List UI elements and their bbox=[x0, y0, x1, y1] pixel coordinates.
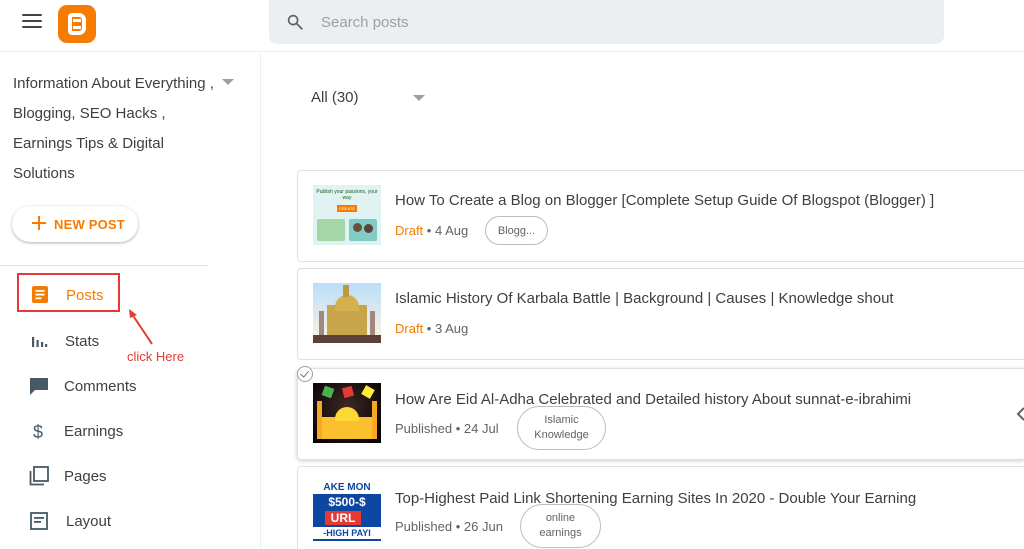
post-date: 24 Jul bbox=[463, 421, 499, 436]
status-badge: Draft bbox=[395, 321, 424, 336]
blogger-logo[interactable] bbox=[58, 5, 96, 43]
chevron-down-icon[interactable] bbox=[222, 79, 234, 85]
status-badge: Published bbox=[395, 421, 453, 436]
post-meta: Draft • 4 Aug bbox=[395, 223, 469, 238]
hamburger-menu-icon[interactable] bbox=[22, 14, 42, 32]
post-date: 26 Jun bbox=[463, 519, 503, 534]
post-date: 3 Aug bbox=[434, 321, 469, 336]
sidebar-item-label: Layout bbox=[66, 513, 112, 530]
post-filter-select[interactable]: All (30) bbox=[311, 89, 359, 106]
post-thumbnail: AKE MON $500-$ URL -HIGH PAYI bbox=[313, 481, 381, 541]
sidebar-item-comments[interactable]: Comments bbox=[0, 366, 250, 406]
search-icon bbox=[287, 14, 303, 30]
search-bar[interactable] bbox=[269, 0, 944, 44]
post-title[interactable]: Top-Highest Paid Link Shortening Earning… bbox=[395, 490, 916, 507]
post-meta: Draft • 3 Aug bbox=[395, 321, 469, 336]
new-post-button[interactable]: NEW POST bbox=[12, 206, 138, 242]
thumbnail-text: CREATE bbox=[337, 205, 357, 212]
label-chip-text: online bbox=[545, 512, 576, 524]
select-checkbox[interactable] bbox=[297, 366, 313, 382]
svg-text:$: $ bbox=[33, 422, 43, 441]
plus-icon bbox=[32, 216, 46, 230]
thumbnail-text: $500-$ bbox=[328, 495, 366, 509]
sidebar-item-earnings[interactable]: $ Earnings bbox=[0, 411, 250, 451]
sidebar-item-label: Stats bbox=[65, 333, 100, 350]
search-input[interactable] bbox=[321, 10, 921, 34]
post-row[interactable]: AKE MON $500-$ URL -HIGH PAYI Top-Highes… bbox=[297, 466, 1024, 549]
post-meta: Published • 26 Jun bbox=[395, 519, 503, 534]
highlight-box bbox=[17, 273, 120, 312]
label-chip[interactable]: Blogg... bbox=[485, 216, 548, 245]
label-chip-text: Islamic bbox=[544, 414, 579, 426]
thumbnail-text: -HIGH PAYI bbox=[313, 527, 381, 539]
status-badge: Published bbox=[395, 519, 453, 534]
post-row[interactable]: Publish your passions, your way CREATE H… bbox=[297, 170, 1024, 262]
post-title[interactable]: How Are Eid Al-Adha Celebrated and Detai… bbox=[395, 391, 911, 408]
top-bar bbox=[0, 0, 1024, 52]
thumbnail-text: AKE MON bbox=[313, 481, 381, 494]
stats-icon bbox=[32, 337, 48, 347]
post-row[interactable]: Islamic History Of Karbala Battle | Back… bbox=[297, 268, 1024, 360]
label-chip-text: earnings bbox=[539, 527, 582, 539]
post-row[interactable]: How Are Eid Al-Adha Celebrated and Detai… bbox=[297, 368, 1024, 460]
sidebar-item-label: Earnings bbox=[64, 423, 124, 440]
sidebar: Information About Everything , Blogging,… bbox=[0, 53, 261, 549]
label-chip[interactable]: online earnings bbox=[520, 504, 601, 548]
label-chip-text: Knowledge bbox=[534, 429, 589, 441]
share-icon[interactable] bbox=[1016, 406, 1024, 422]
annotation-text: click Here bbox=[127, 349, 185, 364]
post-thumbnail bbox=[313, 383, 381, 443]
chevron-down-icon[interactable] bbox=[413, 95, 425, 101]
post-thumbnail: Publish your passions, your way CREATE bbox=[313, 185, 381, 245]
comment-icon bbox=[30, 378, 48, 395]
label-chip[interactable]: Islamic Knowledge bbox=[517, 406, 606, 450]
new-post-label: NEW POST bbox=[54, 217, 125, 232]
thumbnail-text: Publish your passions, your way bbox=[316, 189, 378, 201]
sidebar-item-label: Comments bbox=[64, 378, 137, 395]
post-title[interactable]: How To Create a Blog on Blogger [Complet… bbox=[395, 192, 934, 209]
post-date: 4 Aug bbox=[434, 223, 469, 238]
post-title[interactable]: Islamic History Of Karbala Battle | Back… bbox=[395, 290, 894, 307]
pages-icon bbox=[29, 466, 49, 486]
sidebar-item-layout[interactable]: Layout bbox=[0, 501, 250, 541]
status-badge: Draft bbox=[395, 223, 424, 238]
sidebar-item-pages[interactable]: Pages bbox=[0, 456, 250, 496]
post-meta: Published • 24 Jul bbox=[395, 421, 499, 436]
annotation-arrow bbox=[129, 309, 153, 345]
divider bbox=[0, 265, 208, 266]
thumbnail-text: URL bbox=[325, 511, 361, 525]
dollar-icon: $ bbox=[33, 422, 43, 441]
blog-selector[interactable]: Information About Everything , Blogging,… bbox=[13, 69, 218, 189]
post-thumbnail bbox=[313, 283, 381, 343]
sidebar-item-label: Pages bbox=[64, 468, 107, 485]
layout-icon bbox=[30, 512, 48, 530]
